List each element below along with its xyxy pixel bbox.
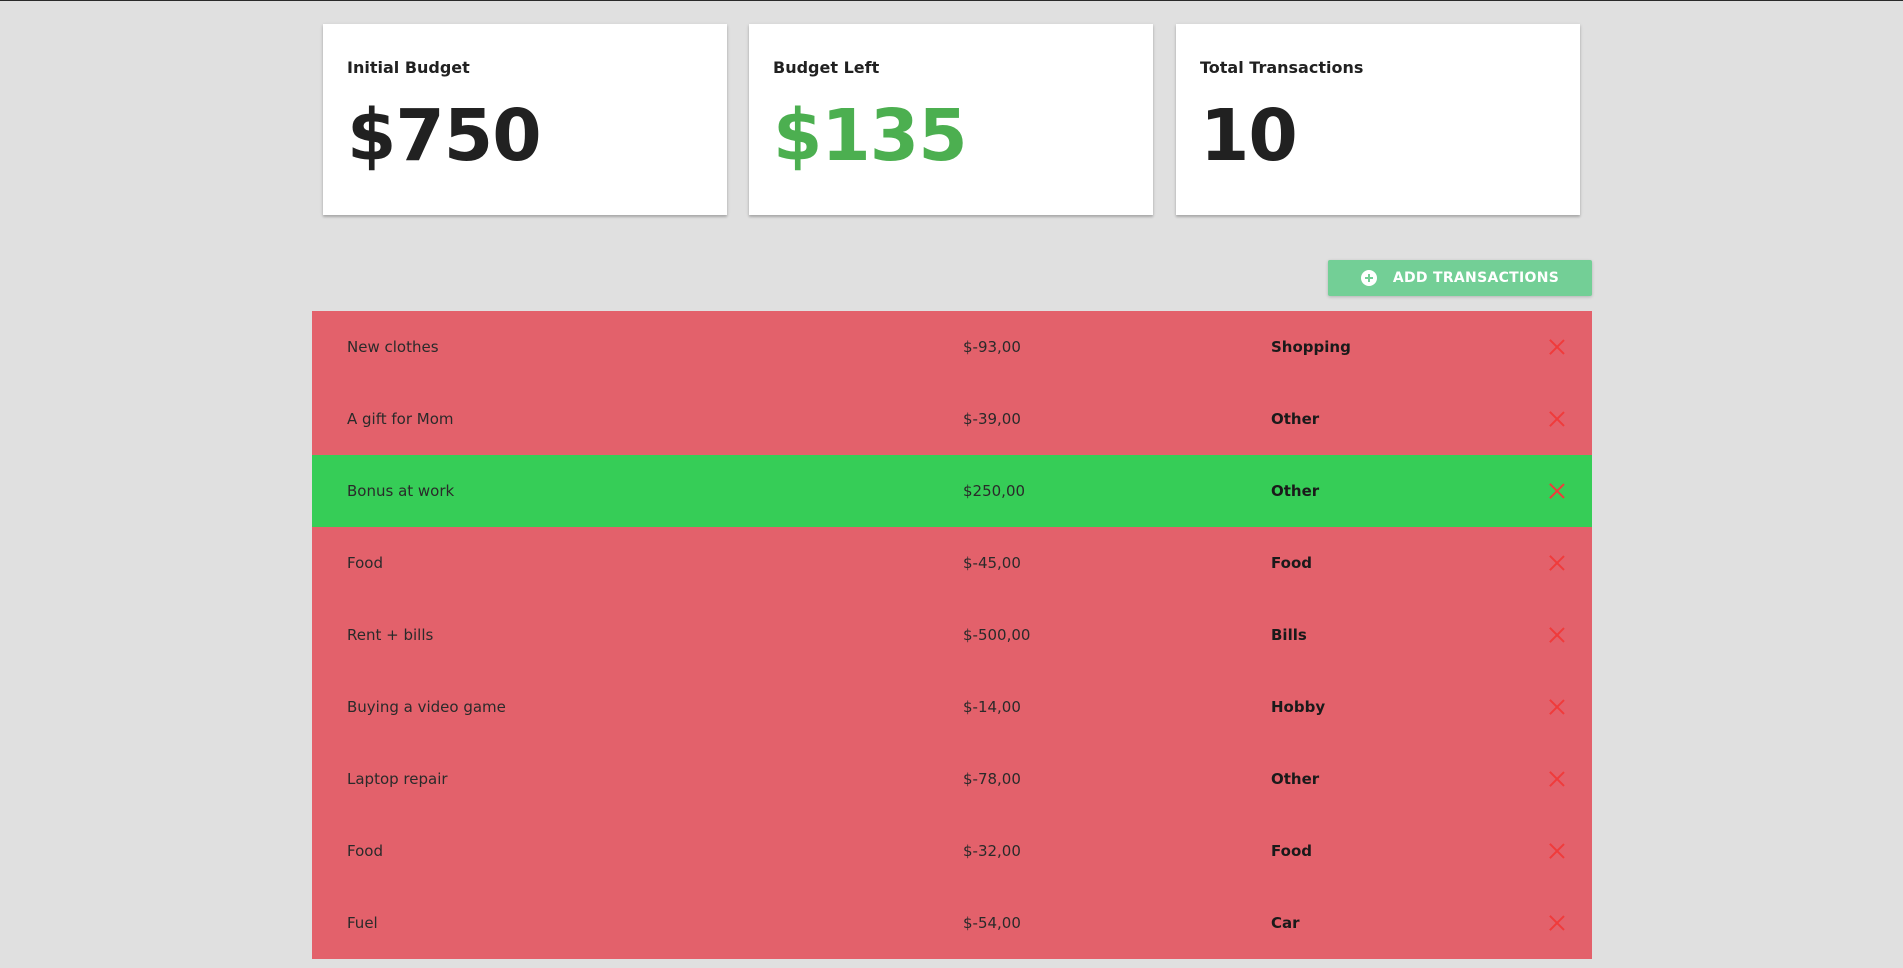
- transaction-description: New clothes: [347, 338, 439, 356]
- delete-transaction-icon[interactable]: [1549, 915, 1565, 931]
- transaction-row: Fuel $-54,00 Car: [312, 887, 1592, 959]
- add-circle-icon: [1360, 270, 1377, 286]
- transaction-amount: $-45,00: [963, 554, 1021, 572]
- delete-transaction-icon[interactable]: [1549, 483, 1565, 499]
- initial-budget-card: Initial Budget $750: [323, 24, 727, 215]
- transaction-amount: $-14,00: [963, 698, 1021, 716]
- transaction-row: Bonus at work $250,00 Other: [312, 455, 1592, 527]
- transaction-amount: $250,00: [963, 482, 1026, 500]
- transaction-row: Food $-32,00 Food: [312, 815, 1592, 887]
- total-transactions-value: 10: [1200, 94, 1298, 177]
- initial-budget-value: $750: [347, 94, 542, 177]
- top-border: [0, 0, 1903, 1]
- transaction-category: Food: [1271, 842, 1312, 860]
- transaction-category: Shopping: [1271, 338, 1351, 356]
- delete-transaction-icon[interactable]: [1549, 627, 1565, 643]
- transaction-description: Fuel: [347, 914, 378, 932]
- transaction-description: Rent + bills: [347, 626, 434, 644]
- total-transactions-card: Total Transactions 10: [1176, 24, 1580, 215]
- add-transactions-label: ADD TRANSACTIONS: [1392, 270, 1560, 286]
- transaction-category: Other: [1271, 770, 1320, 788]
- transaction-row: Rent + bills $-500,00 Bills: [312, 599, 1592, 671]
- initial-budget-label: Initial Budget: [347, 58, 470, 77]
- transaction-row: Buying a video game $-14,00 Hobby: [312, 671, 1592, 743]
- transaction-row: New clothes $-93,00 Shopping: [312, 311, 1592, 383]
- transaction-amount: $-78,00: [963, 770, 1021, 788]
- delete-transaction-icon[interactable]: [1549, 699, 1565, 715]
- delete-transaction-icon[interactable]: [1549, 411, 1565, 427]
- add-transactions-button[interactable]: ADD TRANSACTIONS: [1328, 260, 1592, 296]
- budget-left-value: $135: [773, 94, 968, 177]
- transaction-amount: $-500,00: [963, 626, 1031, 644]
- delete-transaction-icon[interactable]: [1549, 771, 1565, 787]
- transaction-row: Food $-45,00 Food: [312, 527, 1592, 599]
- transaction-category: Other: [1271, 410, 1320, 428]
- transaction-list: New clothes $-93,00 Shopping A gift for …: [312, 311, 1592, 968]
- transaction-category: Food: [1271, 554, 1312, 572]
- transaction-description: Food: [347, 842, 383, 860]
- transaction-amount: $-39,00: [963, 410, 1021, 428]
- delete-transaction-icon[interactable]: [1549, 843, 1565, 859]
- transaction-amount: $-93,00: [963, 338, 1021, 356]
- transaction-description: Food: [347, 554, 383, 572]
- transaction-description: Bonus at work: [347, 482, 455, 500]
- summary-cards: Initial Budget $750 Budget Left $135 Tot…: [323, 24, 1580, 215]
- transaction-row: A gift for Mom $-39,00 Other: [312, 383, 1592, 455]
- delete-transaction-icon[interactable]: [1549, 339, 1565, 355]
- transaction-category: Other: [1271, 482, 1320, 500]
- transaction-description: A gift for Mom: [347, 410, 454, 428]
- transaction-category: Car: [1271, 914, 1300, 932]
- transaction-description: Buying a video game: [347, 698, 506, 716]
- transaction-category: Bills: [1271, 626, 1307, 644]
- transaction-amount: $-54,00: [963, 914, 1021, 932]
- delete-transaction-icon[interactable]: [1549, 555, 1565, 571]
- budget-left-card: Budget Left $135: [749, 24, 1153, 215]
- transaction-description: Laptop repair: [347, 770, 448, 788]
- budget-left-label: Budget Left: [773, 58, 880, 77]
- total-transactions-label: Total Transactions: [1200, 58, 1364, 77]
- transaction-category: Hobby: [1271, 698, 1326, 716]
- transaction-row: Laptop repair $-78,00 Other: [312, 743, 1592, 815]
- transaction-amount: $-32,00: [963, 842, 1021, 860]
